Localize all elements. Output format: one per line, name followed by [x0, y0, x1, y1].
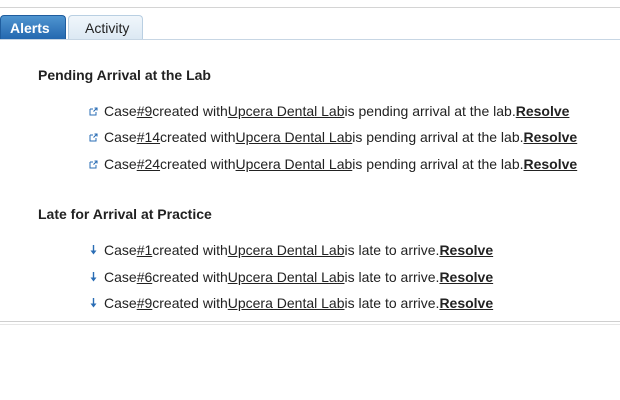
resolve-link[interactable]: Resolve — [439, 295, 493, 311]
alert-text-suffix: is pending arrival at the lab. — [352, 156, 524, 172]
external-link-icon[interactable] — [88, 105, 98, 117]
alert-text-mid: created with — [160, 156, 236, 172]
resolve-link[interactable]: Resolve — [524, 129, 578, 145]
section-title-late: Late for Arrival at Practice — [38, 206, 212, 222]
alert-text-prefix: Case — [104, 103, 137, 119]
alert-row-pending: Case #24 created with Upcera Dental Lab … — [88, 155, 577, 173]
alert-text-mid: created with — [152, 103, 228, 119]
alert-row-late: Case #1 created with Upcera Dental Lab i… — [88, 241, 493, 259]
alert-row-late: Case #6 created with Upcera Dental Lab i… — [88, 268, 493, 286]
lab-link[interactable]: Upcera Dental Lab — [228, 242, 345, 258]
alert-text-prefix: Case — [104, 242, 137, 258]
alert-text-suffix: is late to arrive. — [344, 269, 440, 285]
case-link[interactable]: #1 — [137, 242, 153, 258]
top-divider — [0, 7, 620, 8]
external-link-icon[interactable] — [88, 131, 98, 143]
alerts-page: Alerts Activity Pending Arrival at the L… — [0, 0, 620, 400]
alert-text-suffix: is pending arrival at the lab. — [344, 103, 516, 119]
lab-link[interactable]: Upcera Dental Lab — [236, 129, 353, 145]
alert-text-suffix: is late to arrive. — [344, 242, 440, 258]
case-link[interactable]: #9 — [137, 295, 153, 311]
resolve-link[interactable]: Resolve — [524, 156, 578, 172]
down-arrow-icon — [88, 297, 98, 309]
lab-link[interactable]: Upcera Dental Lab — [228, 103, 345, 119]
alert-text-mid: created with — [160, 129, 236, 145]
tab-alerts[interactable]: Alerts — [0, 15, 66, 40]
alert-text-mid: created with — [152, 295, 228, 311]
alert-text-prefix: Case — [104, 156, 137, 172]
lab-link[interactable]: Upcera Dental Lab — [228, 295, 345, 311]
alert-text-suffix: is pending arrival at the lab. — [352, 129, 524, 145]
tab-bar: Alerts Activity — [0, 14, 143, 40]
alert-row-late: Case #9 created with Upcera Dental Lab i… — [88, 294, 493, 312]
alert-text-mid: created with — [152, 269, 228, 285]
tab-divider — [0, 39, 620, 40]
case-link[interactable]: #6 — [137, 269, 153, 285]
alert-text-suffix: is late to arrive. — [344, 295, 440, 311]
alert-text-mid: created with — [152, 242, 228, 258]
alert-text-prefix: Case — [104, 295, 137, 311]
down-arrow-icon — [88, 271, 98, 283]
resolve-link[interactable]: Resolve — [439, 242, 493, 258]
section-title-pending: Pending Arrival at the Lab — [38, 67, 211, 83]
alert-text-prefix: Case — [104, 129, 137, 145]
case-link[interactable]: #9 — [137, 103, 153, 119]
down-arrow-icon — [88, 244, 98, 256]
bottom-divider — [0, 321, 620, 325]
alert-row-pending: Case #9 created with Upcera Dental Lab i… — [88, 102, 569, 120]
lab-link[interactable]: Upcera Dental Lab — [236, 156, 353, 172]
tab-activity[interactable]: Activity — [68, 15, 143, 40]
resolve-link[interactable]: Resolve — [439, 269, 493, 285]
resolve-link[interactable]: Resolve — [516, 103, 570, 119]
external-link-icon[interactable] — [88, 158, 98, 170]
lab-link[interactable]: Upcera Dental Lab — [228, 269, 345, 285]
alert-text-prefix: Case — [104, 269, 137, 285]
case-link[interactable]: #14 — [137, 129, 160, 145]
alert-row-pending: Case #14 created with Upcera Dental Lab … — [88, 128, 577, 146]
case-link[interactable]: #24 — [137, 156, 160, 172]
